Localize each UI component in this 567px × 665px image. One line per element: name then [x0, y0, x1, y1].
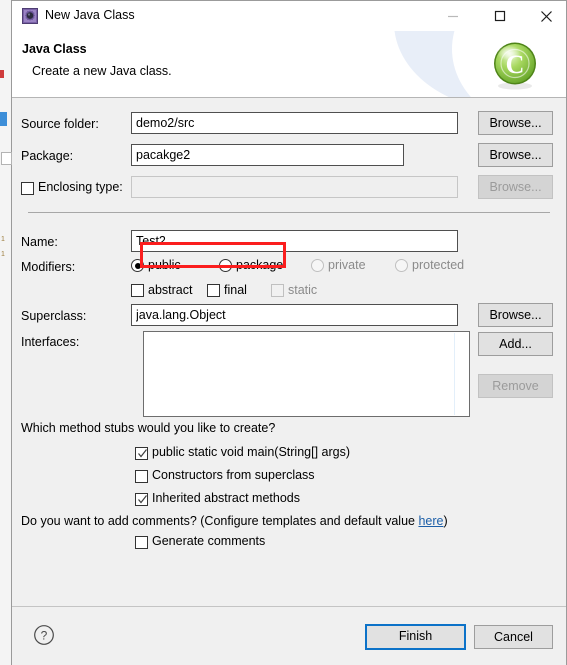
dialog-title: New Java Class [45, 8, 135, 22]
source-folder-label: Source folder: [21, 117, 99, 131]
package-browse-button[interactable]: Browse... [478, 143, 553, 167]
background-editor-tab [0, 112, 7, 126]
modifier-checkbox-abstract[interactable] [131, 284, 144, 297]
stub-label-constructors: Constructors from superclass [152, 468, 315, 482]
maximize-icon[interactable] [477, 1, 523, 31]
modifier-label-final: final [224, 283, 247, 297]
enclosing-type-browse-button[interactable]: Browse... [478, 175, 553, 199]
comments-question: Do you want to add comments? (Configure … [21, 514, 448, 528]
superclass-browse-button[interactable]: Browse... [478, 303, 553, 327]
source-folder-browse-button[interactable]: Browse... [478, 111, 553, 135]
background-line-number: 1 [1, 236, 5, 243]
background-document-icon [1, 152, 12, 165]
background-marker-red [0, 70, 4, 78]
background-window-sliver: 1 1 [0, 0, 12, 665]
minimize-icon[interactable] [430, 1, 476, 31]
modifier-checkbox-final[interactable] [207, 284, 220, 297]
modifier-label-protected: protected [412, 258, 465, 272]
modifier-label-private: private [328, 258, 366, 272]
wizard-body: Source folder: Browse... Package: Browse… [12, 98, 566, 606]
green-c-class-icon: C [489, 39, 541, 91]
modifier-radio-private[interactable] [311, 259, 324, 272]
modifier-checkbox-static[interactable] [271, 284, 284, 297]
interfaces-remove-button[interactable]: Remove [478, 374, 553, 398]
cancel-button[interactable]: Cancel [474, 625, 553, 649]
wizard-title: Java Class [22, 42, 87, 56]
modifier-label-static: static [288, 283, 318, 297]
new-java-class-dialog: New Java Class Java Class Create a new J… [12, 0, 567, 665]
modifier-radio-public[interactable] [131, 259, 144, 272]
comments-question-prefix: Do you want to add comments? (Configure … [21, 514, 419, 528]
stub-checkbox-main[interactable] [135, 447, 148, 460]
modifier-label-public: public [148, 258, 181, 272]
enclosing-type-checkbox[interactable] [21, 182, 34, 195]
dialog-footer: ? Finish Cancel [12, 606, 566, 665]
check-icon [138, 495, 147, 504]
generate-comments-label: Generate comments [152, 534, 266, 548]
modifier-radio-package[interactable] [219, 259, 232, 272]
check-icon [138, 449, 147, 458]
generate-comments-checkbox[interactable] [135, 536, 148, 549]
wizard-subtitle: Create a new Java class. [32, 64, 172, 78]
comments-question-suffix: ) [443, 514, 448, 528]
dialog-titlebar: New Java Class [12, 1, 566, 31]
finish-button[interactable]: Finish [365, 624, 466, 650]
enclosing-type-input[interactable] [131, 176, 458, 198]
superclass-label: Superclass: [21, 309, 87, 323]
enclosing-type-label: Enclosing type: [38, 180, 123, 194]
superclass-input[interactable] [131, 304, 458, 326]
wizard-header: Java Class Create a new Java class. C [12, 31, 566, 98]
java-class-wizard-icon [22, 8, 38, 24]
modifier-label-abstract: abstract [148, 283, 193, 297]
stub-checkbox-constructors[interactable] [135, 470, 148, 483]
method-stubs-question: Which method stubs would you like to cre… [21, 421, 276, 435]
close-icon[interactable] [523, 1, 567, 31]
interfaces-scrollbar[interactable] [454, 333, 468, 415]
stub-checkbox-inherited[interactable] [135, 493, 148, 506]
package-input[interactable] [131, 144, 404, 166]
interfaces-label: Interfaces: [21, 335, 80, 349]
stub-label-inherited: Inherited abstract methods [152, 491, 300, 505]
section-divider [28, 212, 550, 213]
interfaces-list[interactable] [143, 331, 470, 417]
modifier-label-package: package [236, 258, 284, 272]
name-input[interactable] [131, 230, 458, 252]
interfaces-add-button[interactable]: Add... [478, 332, 553, 356]
background-line-number: 1 [1, 251, 5, 258]
help-icon[interactable]: ? [33, 624, 55, 646]
package-label: Package: [21, 149, 74, 163]
svg-text:?: ? [41, 629, 48, 643]
radio-dot [134, 262, 141, 269]
source-folder-input[interactable] [131, 112, 458, 134]
modifier-radio-protected[interactable] [395, 259, 408, 272]
name-label: Name: [21, 235, 58, 249]
stub-label-main: public static void main(String[] args) [152, 445, 350, 459]
configure-templates-link[interactable]: here [418, 514, 443, 528]
modifiers-label: Modifiers: [21, 260, 76, 274]
